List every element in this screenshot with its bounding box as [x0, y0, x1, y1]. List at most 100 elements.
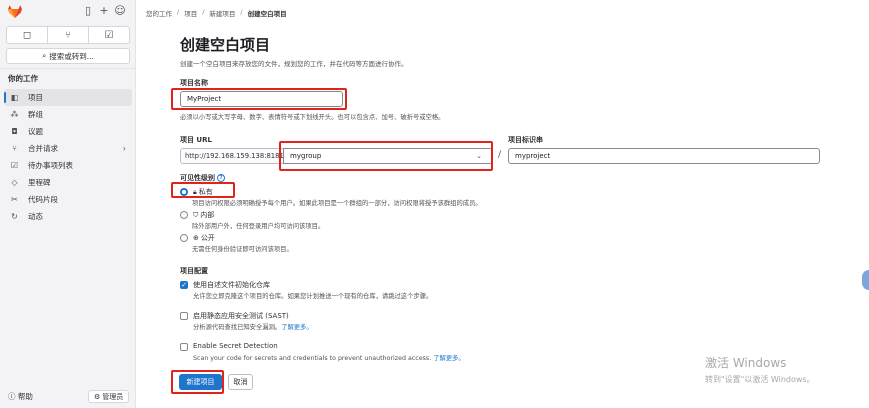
sidebar-footer: ⓘ 帮助 ⚙ 管理员 — [0, 388, 136, 406]
sidebar-item-merge-requests[interactable]: ⑂ 合并请求 › — [4, 140, 132, 157]
sidebar-item-label: 代码片段 — [28, 195, 58, 204]
sast-learn-more-link[interactable]: 了解更多。 — [281, 324, 312, 331]
sidebar-item-projects[interactable]: ◧ 项目 — [4, 89, 132, 106]
readme-desc: 允许您立即克隆这个项目的仓库。如果您计划推送一个现有的仓库，请跳过这个步骤。 — [193, 293, 433, 300]
search-button[interactable]: ⌕ 搜索或转到... — [6, 48, 130, 64]
sast-label: 启用静态应用安全测试 (SAST) — [193, 312, 289, 320]
admin-icon: ⚙ — [94, 392, 101, 401]
project-url-prefix: http://192.168.159.138:8181/ — [180, 148, 283, 164]
issues-button[interactable]: ◻ — [6, 26, 48, 44]
sidebar-item-label: 项目 — [28, 93, 43, 102]
quick-buttons: ◻ ⑂ ☑ — [6, 26, 130, 44]
breadcrumb-separator: / — [177, 8, 180, 16]
visibility-internal-label: 内部 — [200, 211, 215, 219]
help-button[interactable]: ⓘ 帮助 — [8, 391, 33, 402]
todos-button[interactable]: ☑ — [89, 26, 130, 44]
sidebar: ▯ + ☺ ◻ ⑂ ☑ ⌕ 搜索或转到... 你的工作 ◧ 项目 ⁂ 群组 ◘ — [0, 0, 136, 408]
secret-detection-desc: Scan your code for secrets and credentia… — [193, 353, 465, 362]
secret-detection-learn-more-link[interactable]: 了解更多。 — [433, 355, 464, 362]
windows-watermark-title: 激活 Windows — [705, 356, 787, 370]
issues-icon: ◻ — [22, 29, 32, 41]
visibility-internal-option[interactable]: ⛉ 内部 — [180, 210, 214, 220]
breadcrumb-item[interactable]: 项目 — [184, 8, 197, 18]
sidebar-nav: ◧ 项目 ⁂ 群组 ◘ 议题 ⑂ 合并请求 › ☑ 待办事项列表 ◇ 里程碑 ✂… — [4, 89, 132, 225]
sast-checkbox[interactable] — [180, 312, 188, 320]
breadcrumb-separator: / — [202, 8, 205, 16]
search-label: 搜索或转到... — [49, 51, 94, 61]
globe-icon: ⊕ — [193, 234, 199, 242]
project-slug-input[interactable]: myproject — [508, 148, 820, 164]
plus-icon[interactable]: + — [98, 5, 110, 17]
sast-desc-text: 分析源代码查找已知安全漏洞。 — [193, 324, 282, 331]
visibility-label-text: 可见性级别 — [180, 174, 215, 182]
sidebar-section-title: 你的工作 — [8, 74, 38, 83]
readme-label: 使用自述文件初始化仓库 — [193, 281, 270, 289]
visibility-public-radio[interactable] — [180, 234, 188, 242]
gitlab-logo-icon[interactable] — [8, 5, 22, 18]
sidebar-item-groups[interactable]: ⁂ 群组 — [4, 106, 132, 123]
breadcrumb-item[interactable]: 您的工作 — [146, 8, 172, 18]
question-icon[interactable]: ? — [217, 174, 225, 182]
page-description: 创建一个空白项目来存放您的文件，规划您的工作，并在代码等方面进行协作。 — [180, 60, 408, 68]
project-icon: ◧ — [10, 93, 19, 102]
config-label: 项目配置 — [180, 267, 208, 275]
sidebar-item-label: 合并请求 — [28, 144, 58, 153]
todo-icon: ☑ — [104, 29, 114, 41]
group-icon: ⁂ — [10, 110, 19, 119]
visibility-public-option[interactable]: ⊕ 公开 — [180, 233, 215, 243]
chevron-right-icon: › — [122, 144, 126, 153]
admin-label: 管理员 — [102, 392, 124, 401]
snippet-icon: ✂ — [11, 195, 18, 204]
sidebar-item-label: 群组 — [28, 110, 43, 119]
merge-request-icon: ⑂ — [12, 144, 17, 153]
breadcrumb-current: 创建空白项目 — [247, 10, 287, 18]
annotation-box-private — [171, 182, 235, 198]
annotation-box-create — [171, 370, 224, 394]
sidebar-item-activity[interactable]: ↻ 动态 — [4, 208, 132, 225]
gitlab-window: ▯ + ☺ ◻ ⑂ ☑ ⌕ 搜索或转到... 你的工作 ◧ 项目 ⁂ 群组 ◘ — [0, 0, 869, 408]
help-widget-button[interactable] — [862, 270, 869, 290]
sidebar-item-snippets[interactable]: ✂ 代码片段 — [4, 191, 132, 208]
shield-icon: ⛉ — [193, 210, 199, 219]
windows-watermark-subtitle: 转到"设置"以激活 Windows。 — [705, 375, 815, 384]
admin-button[interactable]: ⚙ 管理员 — [88, 390, 130, 403]
visibility-public-desc: 无需任何身份验证即可访问该项目。 — [192, 246, 293, 253]
breadcrumb: 您的工作 / 项目 / 新建项目 / 创建空白项目 — [146, 8, 287, 18]
sidebar-item-milestones[interactable]: ◇ 里程碑 — [4, 174, 132, 191]
sidebar-item-issues[interactable]: ◘ 议题 — [4, 123, 132, 140]
annotation-box-namespace — [279, 141, 493, 171]
sidebar-divider — [0, 68, 136, 69]
project-name-label: 项目名称 — [180, 79, 208, 87]
sidebar-item-label: 议题 — [28, 127, 43, 136]
url-slash: / — [498, 150, 502, 160]
sidebar-item-label: 里程碑 — [28, 178, 51, 187]
visibility-private-desc: 项目访问权限必须明确授予每个用户。如果此项目是一个群组的一部分，访问权限将授予该… — [192, 200, 482, 207]
search-icon: ⌕ — [42, 51, 47, 60]
sidebar-item-todos[interactable]: ☑ 待办事项列表 — [4, 157, 132, 174]
visibility-internal-radio[interactable] — [180, 211, 188, 219]
activity-icon: ↻ — [11, 212, 18, 221]
sast-desc: 分析源代码查找已知安全漏洞。了解更多。 — [193, 322, 313, 331]
secret-detection-checkbox[interactable] — [180, 343, 188, 351]
project-name-help: 必须以小写或大写字母、数字、表情符号或下划线开头。也可以包含点、加号、破折号或空… — [180, 114, 445, 121]
panel-toggle-icon[interactable]: ▯ — [82, 5, 94, 17]
readme-checkbox[interactable]: ✓ — [180, 281, 188, 289]
visibility-public-label: 公开 — [200, 234, 215, 242]
sidebar-header: ▯ + ☺ — [0, 0, 136, 26]
milestone-icon: ◇ — [11, 178, 18, 187]
secret-detection-desc-text: Scan your code for secrets and credentia… — [193, 355, 432, 362]
help-icon: ⓘ — [8, 392, 16, 401]
sidebar-item-label: 动态 — [28, 212, 43, 221]
cancel-button[interactable]: 取消 — [228, 374, 253, 390]
merge-requests-button[interactable]: ⑂ — [48, 26, 89, 44]
help-label: 帮助 — [17, 392, 33, 401]
breadcrumb-item[interactable]: 新建项目 — [209, 8, 235, 18]
annotation-box-name — [171, 88, 347, 110]
visibility-internal-desc: 除外部用户外，任何登录用户均可访问该项目。 — [192, 223, 325, 230]
avatar-icon[interactable]: ☺ — [114, 5, 126, 17]
merge-request-icon: ⑂ — [65, 29, 71, 41]
todo-icon: ☑ — [10, 161, 19, 170]
project-slug-label: 项目标识串 — [508, 136, 543, 144]
issue-icon: ◘ — [11, 127, 18, 136]
breadcrumb-separator: / — [240, 8, 243, 16]
